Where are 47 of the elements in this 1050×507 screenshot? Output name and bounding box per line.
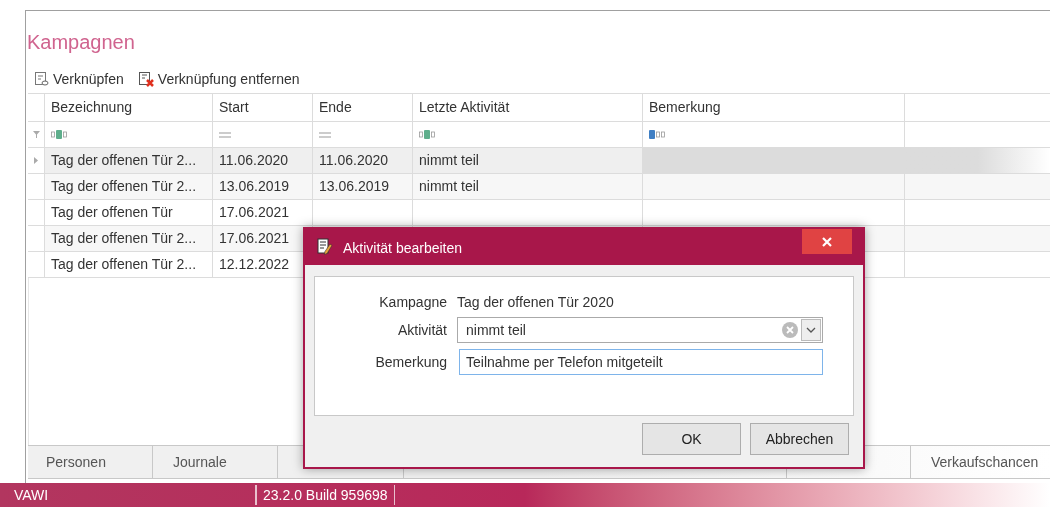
dropdown-button[interactable] [801, 319, 821, 341]
contains-filter-icon[interactable] [419, 130, 437, 139]
remove-link-icon [137, 70, 155, 88]
tab[interactable]: Personen [28, 446, 153, 478]
dialog-button[interactable]: OK [642, 423, 741, 455]
column-header[interactable]: Start [219, 97, 249, 118]
chevron-down-icon [806, 327, 816, 333]
table-cell: 13.06.2019 [213, 174, 313, 199]
toolbar-button[interactable]: Verknüpfen [34, 68, 124, 90]
page-title: Kampagnen [27, 30, 135, 55]
edit-note-icon [317, 238, 333, 255]
column-header[interactable]: Bezeichnung [51, 97, 132, 118]
table-cell: nimmt teil [413, 148, 643, 173]
dialog-title: Aktivität bearbeiten [343, 239, 463, 258]
table-cell: Tag der offenen Tür 2... [45, 226, 213, 251]
column-header[interactable]: Letzte Aktivität [419, 97, 510, 118]
equals-filter-icon[interactable] [219, 131, 231, 138]
field-label: Bemerkung [374, 352, 447, 372]
remark-input[interactable]: Teilnahme per Telefon mitgeteilt [459, 349, 823, 375]
row-pointer-icon [34, 157, 38, 164]
contains-filter-icon[interactable] [51, 130, 69, 139]
close-button[interactable] [802, 229, 852, 254]
column-header[interactable]: Bemerkung [649, 97, 721, 118]
dialog-button[interactable]: Abbrechen [750, 423, 849, 455]
toolbar-button[interactable]: Verknüpfung entfernen [137, 68, 300, 90]
clear-icon[interactable] [782, 322, 798, 338]
table-cell: 13.06.2019 [313, 174, 413, 199]
link-document-icon [34, 71, 50, 87]
table-cell: Tag der offenen Tür 2... [45, 174, 213, 199]
tab[interactable]: Journale [153, 446, 278, 478]
field-value: Tag der offenen Tür 2020 [457, 292, 614, 312]
table-cell: Tag der offenen Tür 2... [45, 148, 213, 173]
table-cell: 11.06.2020 [213, 148, 313, 173]
table-cell: 17.06.2021 [213, 226, 313, 251]
table-cell: 11.06.2020 [313, 148, 413, 173]
filter-icon [32, 131, 40, 138]
field-label: Aktivität [397, 320, 447, 340]
equals-filter-icon[interactable] [319, 131, 331, 138]
field-label: Kampagne [378, 292, 447, 312]
table-cell: nimmt teil [413, 174, 643, 199]
status-text: VAWI [14, 486, 49, 503]
column-header[interactable]: Ende [319, 97, 352, 118]
activity-dropdown[interactable]: nimmt teil [457, 317, 823, 343]
close-icon [822, 236, 832, 247]
version-text: 23.2.0 Build 959698 [263, 485, 388, 505]
tab[interactable]: Verkaufschancen [911, 446, 1046, 478]
starts-with-filter-icon[interactable] [649, 130, 667, 139]
